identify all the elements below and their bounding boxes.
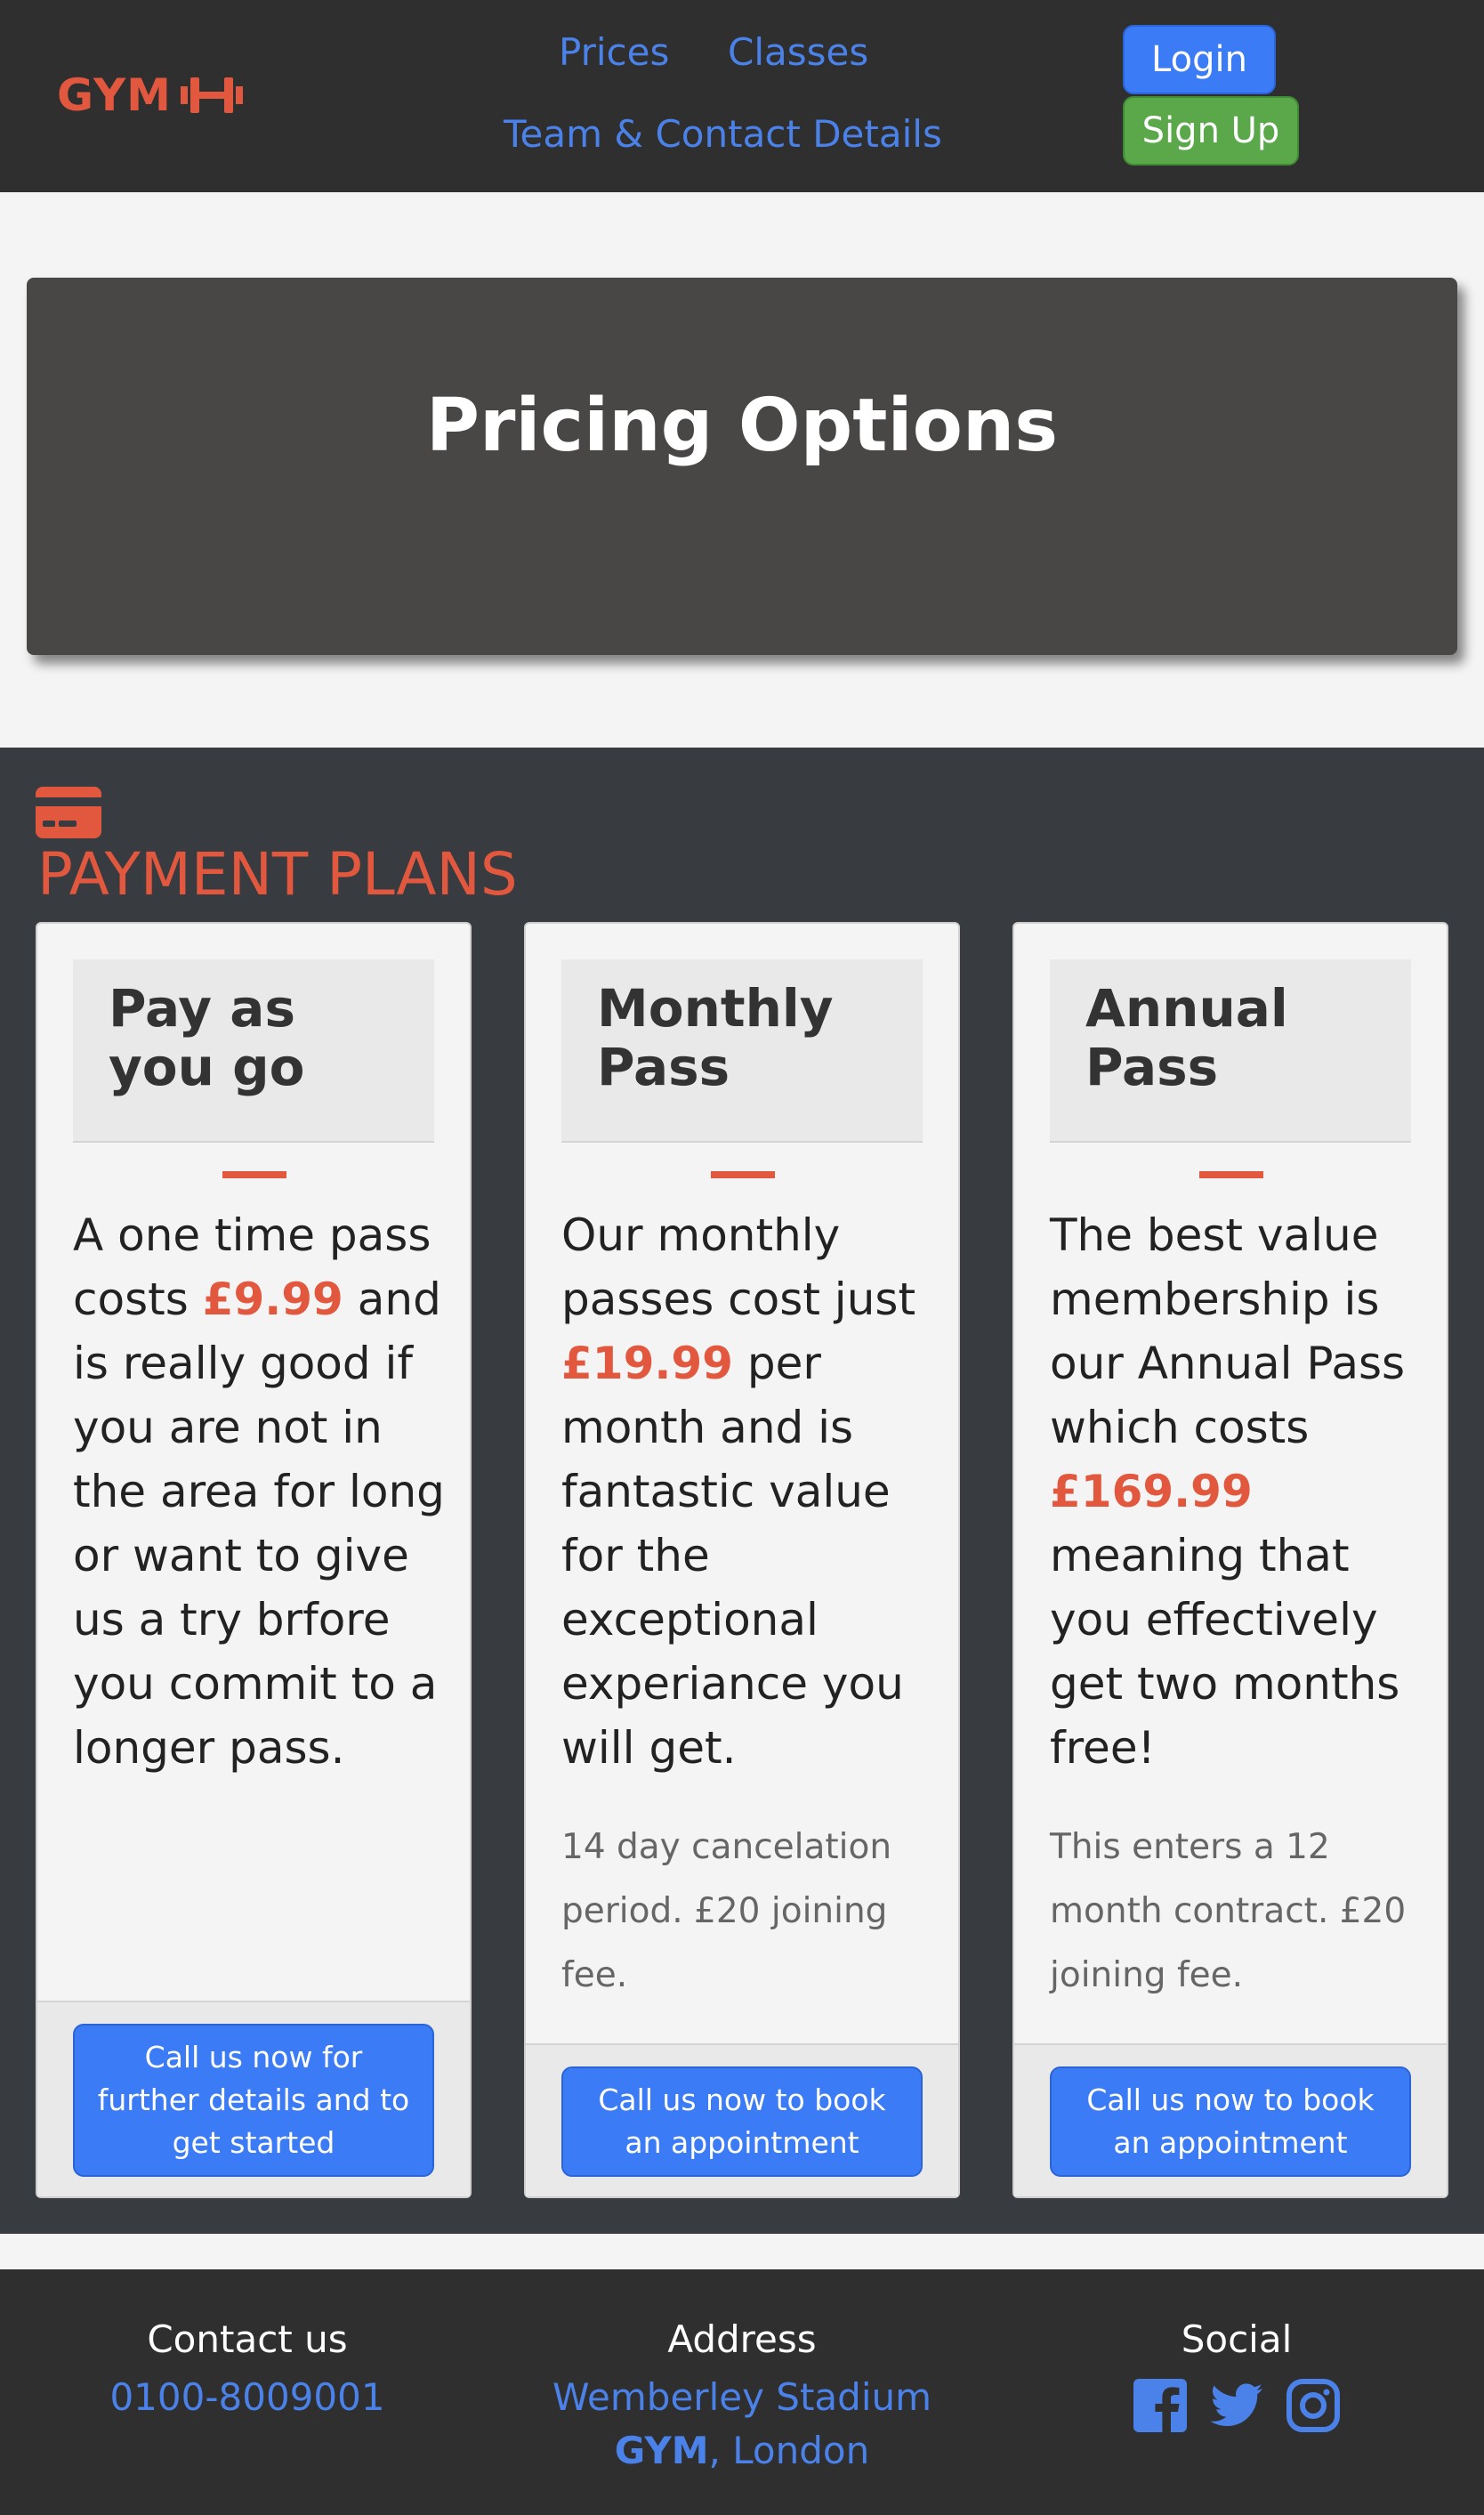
- dumbbell-icon: [180, 77, 243, 113]
- card-description: The best value membership is our Annual …: [1050, 1203, 1424, 1780]
- card-footer: Call us now to book an appointment: [526, 2043, 958, 2196]
- card-text-after: and is really good if you are not in the…: [73, 1274, 445, 1774]
- twitter-icon[interactable]: [1207, 2376, 1266, 2435]
- footer-contact-heading: Contact us: [147, 2317, 348, 2361]
- card-description: Our monthly passes cost just £19.99 per …: [561, 1203, 935, 1780]
- section-title: PAYMENT PLANS: [37, 840, 518, 909]
- nav-link-team-contact[interactable]: Team & Contact Details: [504, 112, 942, 156]
- footer: Contact us 0100-8009001 Address Wemberle…: [0, 2269, 1484, 2515]
- card-price: £169.99: [1050, 1466, 1253, 1517]
- social-icons: [989, 2376, 1484, 2435]
- payment-plans-section: PAYMENT PLANS Pay as you go A one time p…: [0, 748, 1484, 2234]
- footer-address-heading: Address: [667, 2317, 817, 2361]
- card-header: Annual Pass: [1050, 959, 1411, 1143]
- footer-social-heading: Social: [1181, 2317, 1293, 2361]
- footer-social: Social: [989, 2317, 1484, 2435]
- page-title: Pricing Options: [425, 383, 1059, 468]
- card-footer: Call us now for further details and to g…: [37, 2001, 470, 2196]
- card-divider: [711, 1171, 775, 1178]
- card-footer: Call us now to book an appointment: [1014, 2043, 1447, 2196]
- hero-banner: Pricing Options: [27, 278, 1457, 655]
- address-rest: , London: [708, 2429, 870, 2472]
- plan-card-annual-pass: Annual Pass The best value membership is…: [1012, 922, 1448, 2198]
- navbar: GYM Prices Classes Team & Contact Detail…: [0, 0, 1484, 192]
- footer-contact: Contact us 0100-8009001: [0, 2317, 495, 2424]
- call-button[interactable]: Call us now to book an appointment: [561, 2066, 923, 2177]
- facebook-icon[interactable]: [1131, 2376, 1190, 2435]
- card-divider: [222, 1171, 286, 1178]
- card-header: Pay as you go: [73, 959, 434, 1143]
- card-description: A one time pass costs £9.99 and is reall…: [73, 1203, 447, 1780]
- login-button[interactable]: Login: [1123, 25, 1276, 94]
- card-header: Monthly Pass: [561, 959, 923, 1143]
- card-price: £9.99: [202, 1274, 343, 1325]
- address-line1: Wemberley Stadium: [552, 2375, 932, 2419]
- address-link[interactable]: Wemberley Stadium GYM, London: [495, 2371, 989, 2478]
- card-text-before: The best value membership is our Annual …: [1050, 1209, 1406, 1453]
- nav-link-classes[interactable]: Classes: [728, 30, 868, 74]
- plan-card-pay-as-you-go: Pay as you go A one time pass costs £9.9…: [36, 922, 472, 2198]
- card-text-after: meaning that you effectively get two mon…: [1050, 1530, 1400, 1774]
- card-divider: [1199, 1171, 1263, 1178]
- plan-card-monthly-pass: Monthly Pass Our monthly passes cost jus…: [524, 922, 960, 2198]
- card-title: Pay as you go: [109, 978, 305, 1097]
- signup-button[interactable]: Sign Up: [1123, 96, 1299, 166]
- call-button[interactable]: Call us now for further details and to g…: [73, 2024, 434, 2177]
- phone-link[interactable]: 0100-8009001: [0, 2371, 495, 2424]
- nav-link-prices[interactable]: Prices: [559, 30, 669, 74]
- instagram-icon[interactable]: [1284, 2376, 1343, 2435]
- card-text-before: Our monthly passes cost just: [561, 1209, 916, 1325]
- card-text-after: per month and is fantastic value for the…: [561, 1338, 904, 1774]
- credit-card-icon: [36, 787, 101, 838]
- brand-logo[interactable]: GYM: [57, 64, 245, 126]
- brand-name: GYM: [57, 69, 172, 121]
- footer-address: Address Wemberley Stadium GYM, London: [495, 2317, 989, 2478]
- call-button[interactable]: Call us now to book an appointment: [1050, 2066, 1411, 2177]
- card-title: Annual Pass: [1085, 978, 1288, 1097]
- card-note: 14 day cancelation period. £20 joining f…: [561, 1827, 892, 1995]
- card-title: Monthly Pass: [597, 978, 834, 1097]
- address-brand: GYM: [614, 2429, 709, 2472]
- card-note: This enters a 12 month contract. £20 joi…: [1050, 1827, 1407, 1995]
- card-price: £19.99: [561, 1338, 733, 1389]
